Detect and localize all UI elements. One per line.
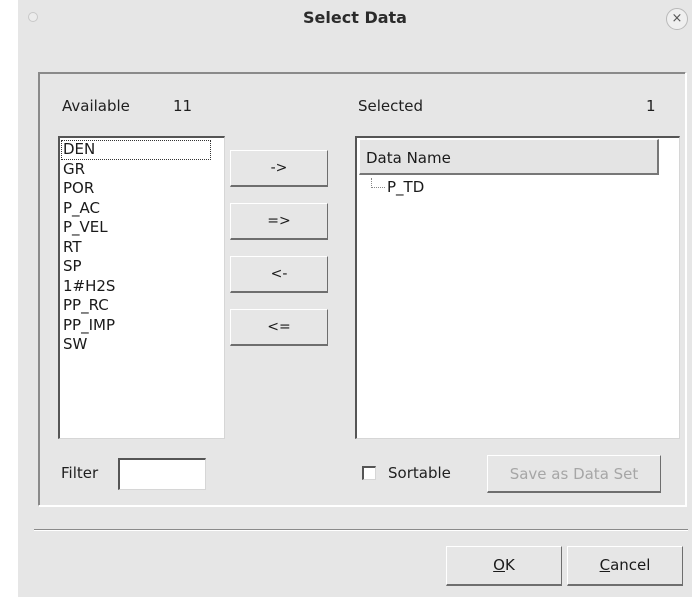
footer-separator (34, 529, 688, 531)
filter-label: Filter (61, 464, 99, 482)
tree-item[interactable]: P_TD (387, 178, 424, 196)
move-all-right-button[interactable]: => (230, 203, 328, 240)
list-item[interactable]: POR (61, 179, 224, 199)
save-as-data-set-button[interactable]: Save as Data Set (487, 455, 661, 493)
list-item[interactable]: 1#H2S (61, 277, 224, 297)
list-item[interactable]: P_AC (61, 199, 224, 219)
cancel-accelerator: C (599, 556, 611, 574)
window-title: Select Data (303, 8, 407, 27)
ok-accelerator: O (493, 556, 505, 574)
tree-connector-icon (371, 178, 385, 188)
title-bar[interactable]: Select Data × (18, 0, 692, 38)
sortable-label: Sortable (388, 464, 451, 482)
select-data-dialog: Select Data × Available 11 Selected 1 DE… (18, 0, 692, 597)
ok-button[interactable]: OK (446, 546, 562, 586)
ok-label-rest: K (504, 556, 515, 574)
available-list[interactable]: DEN GR POR P_AC P_VEL RT SP 1#H2S PP_RC PP_IMP SW (58, 136, 225, 439)
list-item[interactable]: P_VEL (61, 218, 224, 238)
list-item[interactable]: SP (61, 257, 224, 277)
available-count: 11 (173, 97, 193, 115)
selected-label: Selected (358, 97, 424, 115)
filter-input[interactable] (118, 458, 206, 490)
close-icon[interactable]: × (666, 8, 688, 30)
move-all-left-button[interactable]: <= (230, 309, 328, 346)
cancel-button[interactable]: Cancel (567, 546, 683, 586)
selected-tree[interactable]: Data Name P_TD (355, 136, 680, 439)
move-one-right-button[interactable]: -> (230, 150, 328, 187)
list-item[interactable]: GR (61, 160, 224, 180)
sortable-checkbox[interactable] (362, 466, 376, 480)
selected-count: 1 (646, 97, 656, 115)
move-one-left-button[interactable]: <- (230, 256, 328, 293)
available-label: Available (62, 97, 130, 115)
list-item[interactable]: PP_RC (61, 296, 224, 316)
list-item[interactable]: PP_IMP (61, 316, 224, 336)
list-item[interactable]: SW (61, 335, 224, 355)
list-item[interactable]: RT (61, 238, 224, 258)
data-name-column-header[interactable]: Data Name (359, 139, 659, 175)
cancel-label-rest: ancel (610, 556, 651, 574)
list-item[interactable]: DEN (61, 140, 211, 160)
